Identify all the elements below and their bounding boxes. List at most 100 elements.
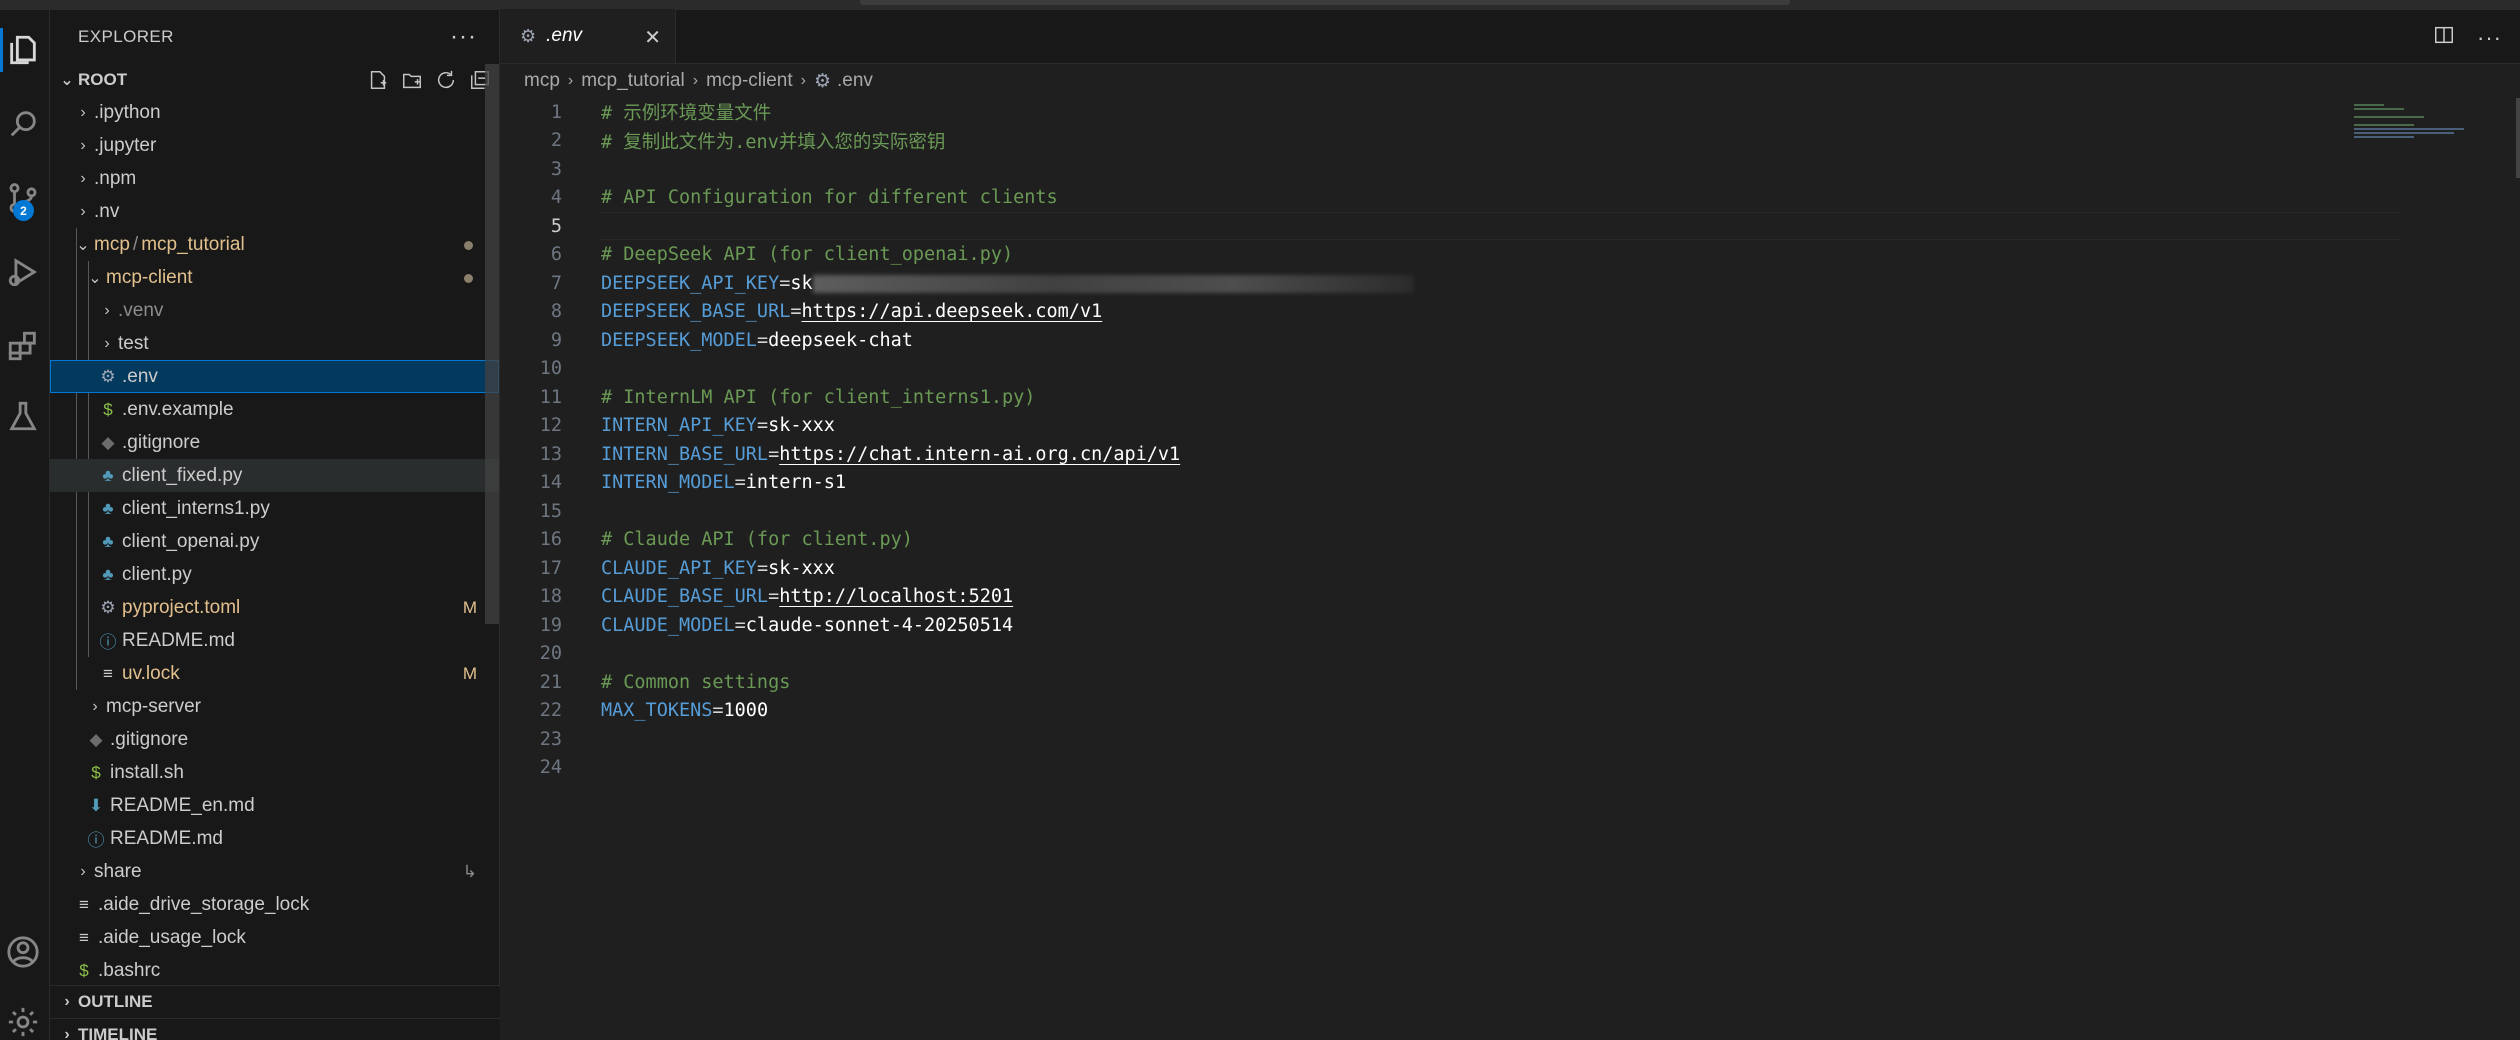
split-editor-icon[interactable] [2433, 24, 2455, 51]
tree-item-readme[interactable]: ⓘ README.md [50, 624, 499, 657]
tree-item-npm[interactable]: › .npm [50, 162, 499, 195]
breadcrumb-item[interactable]: mcp [524, 70, 560, 92]
tree-item-client[interactable]: ♣ client.py [50, 558, 499, 591]
tree-item-pyproject[interactable]: ⚙ pyproject.toml M [50, 591, 499, 624]
tree-item-readme-root[interactable]: ⓘ README.md [50, 822, 499, 855]
more-actions-icon[interactable]: ··· [450, 25, 477, 49]
tree-item-mcp-tutorial[interactable]: ⌄ mcp / mcp_tutorial [50, 228, 499, 261]
tree-item-venv[interactable]: › .venv [50, 294, 499, 327]
minimap[interactable] [2354, 104, 2464, 164]
chevron-down-icon: ⌄ [88, 269, 102, 287]
code-line[interactable]: 2 # 复制此文件为.env并填入您的实际密钥 [500, 127, 2520, 156]
code-line[interactable]: 13 INTERN_BASE_URL=https://chat.intern-ai… [500, 440, 2520, 469]
modified-badge: M [462, 597, 477, 617]
code-line[interactable]: 20 [500, 640, 2520, 669]
code-line[interactable]: 8 DEEPSEEK_BASE_URL=https://api.deepseek.… [500, 298, 2520, 327]
close-icon[interactable]: ✕ [644, 25, 661, 50]
new-file-icon[interactable] [367, 69, 389, 91]
code-line[interactable]: 21 # Common settings [500, 668, 2520, 697]
env-url-link[interactable]: https://chat.intern-ai.org.cn/api/v1 [779, 444, 1180, 465]
code-line[interactable]: 12 INTERN_API_KEY=sk-xxx [500, 412, 2520, 441]
tree-item-mcp-server[interactable]: › mcp-server [50, 690, 499, 723]
tree-item-gitignore[interactable]: ◆ .gitignore [50, 426, 499, 459]
tree-item-client-openai[interactable]: ♣ client_openai.py [50, 525, 499, 558]
tree-item-bashrc[interactable]: $ .bashrc [50, 954, 499, 987]
code-line[interactable]: 17 CLAUDE_API_KEY=sk-xxx [500, 554, 2520, 583]
tree-item-ipython[interactable]: › .ipython [50, 96, 499, 129]
tree-item-env-example[interactable]: $ .env.example [50, 393, 499, 426]
timeline-section-header[interactable]: › TIMELINE [50, 1018, 500, 1040]
tree-item-label: .gitignore [110, 728, 189, 750]
tree-item-mcp-client[interactable]: ⌄ mcp-client [50, 261, 499, 294]
code-line[interactable]: 5 [500, 212, 2520, 241]
editor-scrollbar[interactable] [2516, 98, 2520, 178]
tree-item-readme-en[interactable]: ⬇ README_en.md [50, 789, 499, 822]
tree-item-label: test [118, 332, 149, 354]
code-line[interactable]: 22 MAX_TOKENS=1000 [500, 697, 2520, 726]
tree-item-aide-drive-lock[interactable]: ≡ .aide_drive_storage_lock [50, 888, 499, 921]
line-content: INTERN_BASE_URL=https://chat.intern-ai.o… [601, 444, 1180, 465]
env-value: deepseek-chat [768, 329, 913, 351]
tree-item-label: README.md [110, 827, 223, 849]
tree-item-gitignore-root[interactable]: ◆ .gitignore [50, 723, 499, 756]
code-line[interactable]: 18 CLAUDE_BASE_URL=http://localhost:5201 [500, 583, 2520, 612]
run-debug-icon[interactable] [0, 246, 46, 298]
code-line[interactable]: 10 [500, 355, 2520, 384]
code-line[interactable]: 6 # DeepSeek API (for client_openai.py) [500, 241, 2520, 270]
code-line[interactable]: 3 [500, 155, 2520, 184]
code-line[interactable]: 23 [500, 725, 2520, 754]
env-key: INTERN_BASE_URL [601, 443, 769, 465]
settings-gear-icon[interactable] [0, 996, 46, 1040]
comment-text: # API Configuration for different client… [601, 187, 1058, 209]
root-actions [367, 69, 491, 91]
env-url-link[interactable]: https://api.deepseek.com/v1 [802, 301, 1103, 322]
explorer-icon[interactable] [0, 24, 46, 76]
env-url-link[interactable]: http://localhost:5201 [779, 586, 1013, 607]
search-icon[interactable] [0, 98, 46, 150]
outline-section-header[interactable]: › OUTLINE [50, 985, 500, 1017]
testing-icon[interactable] [0, 390, 46, 442]
tab-env[interactable]: ⚙ .env ✕ [500, 9, 676, 63]
account-icon[interactable] [0, 926, 46, 978]
sidebar-scrollbar[interactable] [485, 64, 499, 624]
tree-item-client-interns1[interactable]: ♣ client_interns1.py [50, 492, 499, 525]
code-line[interactable]: 16 # Claude API (for client.py) [500, 526, 2520, 555]
code-editor[interactable]: 1 # 示例环境变量文件 2 # 复制此文件为.env并填入您的实际密钥 3 4 # API… [500, 98, 2520, 782]
breadcrumb-item[interactable]: mcp_tutorial [581, 70, 685, 92]
tree-item-env[interactable]: ⚙ .env [50, 360, 499, 393]
env-value: 1000 [723, 700, 769, 722]
line-number: 6 [550, 244, 562, 266]
tree-item-aide-usage-lock[interactable]: ≡ .aide_usage_lock [50, 921, 499, 954]
code-line[interactable]: 1 # 示例环境变量文件 [500, 98, 2520, 127]
command-center[interactable] [860, 0, 1790, 5]
tree-item-uv-lock[interactable]: ≡ uv.lock M [50, 657, 499, 690]
chevron-right-icon: › [92, 697, 98, 715]
more-actions-icon[interactable]: ··· [2477, 26, 2502, 49]
refresh-icon[interactable] [435, 69, 457, 91]
tree-item-install-sh[interactable]: $ install.sh [50, 756, 499, 789]
code-line[interactable]: 4 # API Configuration for different clien… [500, 184, 2520, 213]
root-folder-header[interactable]: ⌄ ROOT [50, 64, 499, 96]
code-line[interactable]: 24 [500, 754, 2520, 783]
new-folder-icon[interactable] [401, 69, 423, 91]
code-line[interactable]: 11 # InternLM API (for client_interns1.py… [500, 383, 2520, 412]
breadcrumb-item[interactable]: .env [837, 70, 873, 92]
line-content: CLAUDE_API_KEY=sk-xxx [601, 558, 835, 579]
line-number: 5 [550, 215, 562, 237]
code-line[interactable]: 7 DEEPSEEK_API_KEY=sk [500, 269, 2520, 298]
tree-item-client-fixed[interactable]: ♣ client_fixed.py [50, 459, 499, 492]
code-line[interactable]: 19 CLAUDE_MODEL=claude-sonnet-4-20250514 [500, 611, 2520, 640]
modified-dot [464, 241, 473, 250]
code-line[interactable]: 14 INTERN_MODEL=intern-s1 [500, 469, 2520, 498]
code-line[interactable]: 9 DEEPSEEK_MODEL=deepseek-chat [500, 326, 2520, 355]
tree-item-label: .bashrc [98, 959, 161, 981]
tree-item-test[interactable]: › test [50, 327, 499, 360]
line-number: 17 [539, 557, 562, 579]
tree-item-nv[interactable]: › .nv [50, 195, 499, 228]
tree-item-share[interactable]: › share ↳ [50, 855, 499, 888]
tree-item-jupyter[interactable]: › .jupyter [50, 129, 499, 162]
breadcrumb-item[interactable]: mcp-client [706, 70, 793, 92]
code-line[interactable]: 15 [500, 497, 2520, 526]
extensions-icon[interactable] [0, 320, 46, 372]
env-key: CLAUDE_BASE_URL [601, 586, 769, 608]
